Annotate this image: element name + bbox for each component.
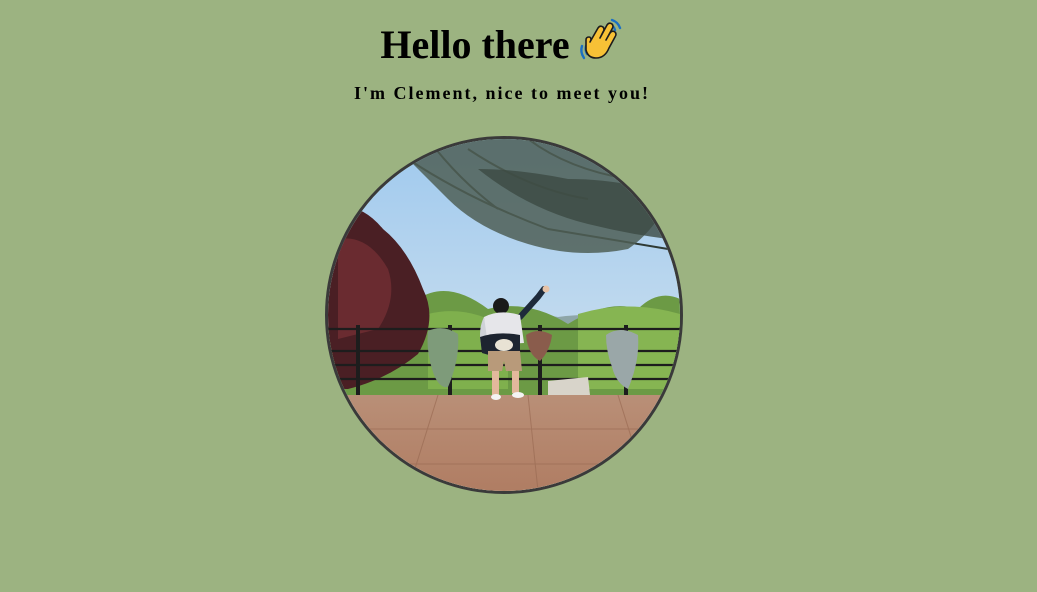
page: Hello there I'm Clement, nice to meet yo… (0, 0, 1037, 592)
waving-hand-icon (576, 16, 624, 64)
greeting-text: Hello there (380, 22, 570, 67)
greeting-heading: Hello there (0, 16, 1004, 72)
intro-subtitle: I'm Clement, nice to meet you! (354, 83, 650, 103)
profile-photo (325, 136, 683, 494)
